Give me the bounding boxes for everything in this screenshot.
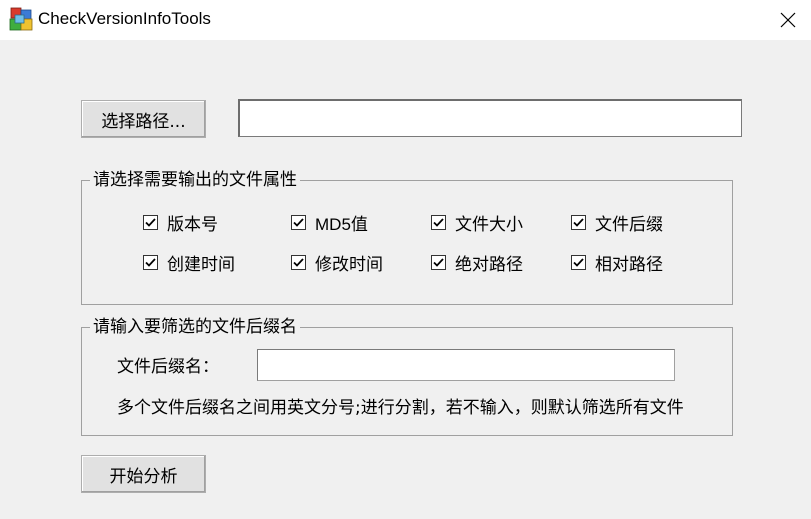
checkbox-version-box[interactable] xyxy=(143,215,158,230)
checkbox-file-suffix-box[interactable] xyxy=(571,215,586,230)
checkmark-icon xyxy=(573,218,584,227)
checkmark-icon xyxy=(433,218,444,227)
filter-group-legend: 请输入要筛选的文件后缀名 xyxy=(90,317,300,338)
checkbox-relative-path-label: 相对路径 xyxy=(595,255,663,275)
checkmark-icon xyxy=(293,258,304,267)
checkbox-md5-box[interactable] xyxy=(291,215,306,230)
attributes-group-legend: 请选择需要输出的文件属性 xyxy=(90,170,300,191)
checkbox-relative-path[interactable]: 相对路径 xyxy=(571,250,663,275)
filter-group: 请输入要筛选的文件后缀名 xyxy=(81,317,733,436)
checkbox-file-size-label: 文件大小 xyxy=(455,215,523,235)
checkbox-created-time[interactable]: 创建时间 xyxy=(143,250,235,275)
checkbox-md5[interactable]: MD5值 xyxy=(291,210,368,235)
checkbox-created-time-label: 创建时间 xyxy=(167,255,235,275)
close-button[interactable] xyxy=(765,0,811,40)
path-input[interactable] xyxy=(238,99,742,137)
suffix-input[interactable] xyxy=(257,349,675,381)
checkmark-icon xyxy=(433,258,444,267)
start-analysis-button[interactable]: 开始分析 xyxy=(81,455,206,493)
checkbox-created-time-box[interactable] xyxy=(143,255,158,270)
window-title: CheckVersionInfoTools xyxy=(38,9,211,28)
app-cubes-icon xyxy=(9,7,33,31)
checkbox-absolute-path[interactable]: 绝对路径 xyxy=(431,250,523,275)
select-path-button[interactable]: 选择路径... xyxy=(81,100,206,138)
suffix-hint-text: 多个文件后缀名之间用英文分号;进行分割，若不输入，则默认筛选所有文件 xyxy=(117,398,684,418)
checkbox-relative-path-box[interactable] xyxy=(571,255,586,270)
checkbox-file-suffix[interactable]: 文件后缀 xyxy=(571,210,663,235)
checkbox-absolute-path-label: 绝对路径 xyxy=(455,255,523,275)
checkbox-modified-time[interactable]: 修改时间 xyxy=(291,250,383,275)
suffix-field-label: 文件后缀名： xyxy=(117,357,219,377)
checkbox-file-suffix-label: 文件后缀 xyxy=(595,215,663,235)
attributes-group: 请选择需要输出的文件属性 xyxy=(81,170,733,305)
checkbox-version[interactable]: 版本号 xyxy=(143,210,218,235)
checkbox-version-label: 版本号 xyxy=(167,215,218,235)
checkmark-icon xyxy=(573,258,584,267)
checkbox-file-size[interactable]: 文件大小 xyxy=(431,210,523,235)
checkbox-md5-label: MD5值 xyxy=(315,215,368,234)
title-bar: CheckVersionInfoTools xyxy=(0,0,811,40)
checkbox-absolute-path-box[interactable] xyxy=(431,255,446,270)
checkbox-modified-time-box[interactable] xyxy=(291,255,306,270)
checkmark-icon xyxy=(145,258,156,267)
checkbox-file-size-box[interactable] xyxy=(431,215,446,230)
checkmark-icon xyxy=(145,218,156,227)
checkmark-icon xyxy=(293,218,304,227)
close-icon xyxy=(780,12,796,28)
checkbox-modified-time-label: 修改时间 xyxy=(315,255,383,275)
